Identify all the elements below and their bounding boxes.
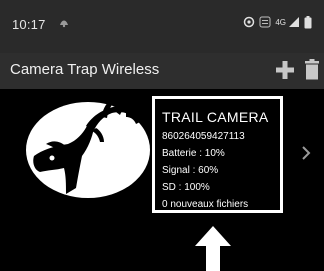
vibrate-icon bbox=[244, 16, 255, 28]
status-time: 10:17 bbox=[12, 17, 46, 32]
battery-status: Batterie : 10% bbox=[162, 148, 225, 159]
sd-status: SD : 100% bbox=[162, 182, 210, 193]
signal-status: Signal : 60% bbox=[162, 165, 219, 176]
network-type-label: 4G bbox=[275, 17, 286, 27]
volte-icon bbox=[259, 16, 271, 28]
new-files-count: 0 nouveaux fichiers bbox=[162, 199, 249, 210]
status-bar: 10:17 4G bbox=[0, 0, 324, 53]
chevron-right-icon[interactable] bbox=[300, 145, 312, 161]
delete-icon[interactable] bbox=[302, 57, 322, 83]
device-name: TRAIL CAMERA bbox=[162, 109, 269, 125]
battery-icon bbox=[304, 15, 312, 28]
deer-head-logo bbox=[26, 100, 150, 198]
add-icon[interactable] bbox=[272, 57, 298, 83]
app-bar: Camera Trap Wireless bbox=[0, 53, 324, 89]
up-arrow-annotation bbox=[195, 226, 231, 271]
device-list-item[interactable]: TRAIL CAMERA 860264059427113 Batterie : … bbox=[0, 89, 324, 229]
app-title: Camera Trap Wireless bbox=[10, 61, 160, 78]
signal-icon bbox=[289, 17, 299, 27]
notification-icon bbox=[60, 20, 68, 28]
app-screen: 10:17 4G Camera Trap Wireless TRAIL CAME… bbox=[0, 0, 324, 271]
status-icons: 4G bbox=[243, 14, 312, 30]
device-imei: 860264059427113 bbox=[162, 131, 245, 142]
device-info-box: TRAIL CAMERA 860264059427113 Batterie : … bbox=[152, 96, 283, 213]
